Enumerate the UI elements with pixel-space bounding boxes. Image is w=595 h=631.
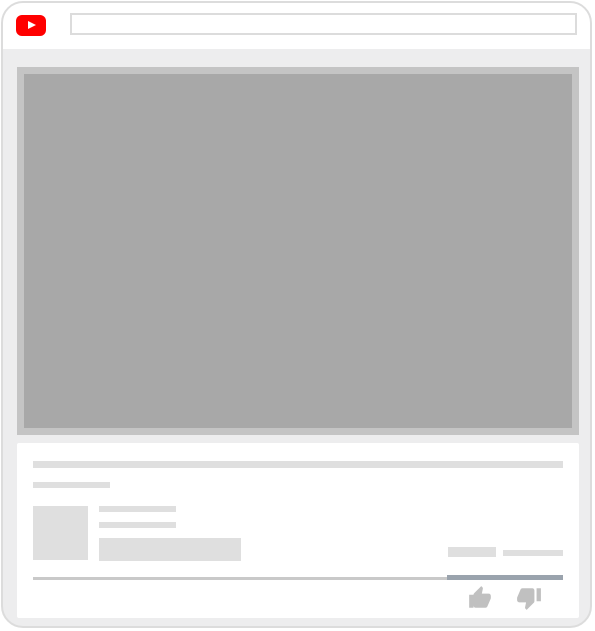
app-window [1, 1, 592, 628]
dislike-count-placeholder [503, 550, 563, 556]
thumbs-down-icon[interactable] [516, 585, 542, 611]
channel-name-placeholder[interactable] [99, 506, 176, 512]
subscribe-button-placeholder[interactable] [99, 538, 241, 561]
channel-meta-placeholder [99, 522, 176, 528]
search-input[interactable] [70, 13, 577, 35]
video-info-panel [17, 443, 579, 618]
view-count-placeholder [33, 482, 110, 488]
channel-avatar-placeholder[interactable] [33, 506, 88, 560]
thumbs-up-icon[interactable] [467, 585, 493, 611]
youtube-logo-icon[interactable] [16, 15, 46, 36]
like-count-placeholder [448, 547, 496, 557]
video-title-placeholder [33, 461, 563, 468]
rating-ratio-bar [447, 575, 563, 580]
top-bar [3, 3, 590, 49]
video-player[interactable] [17, 67, 579, 435]
